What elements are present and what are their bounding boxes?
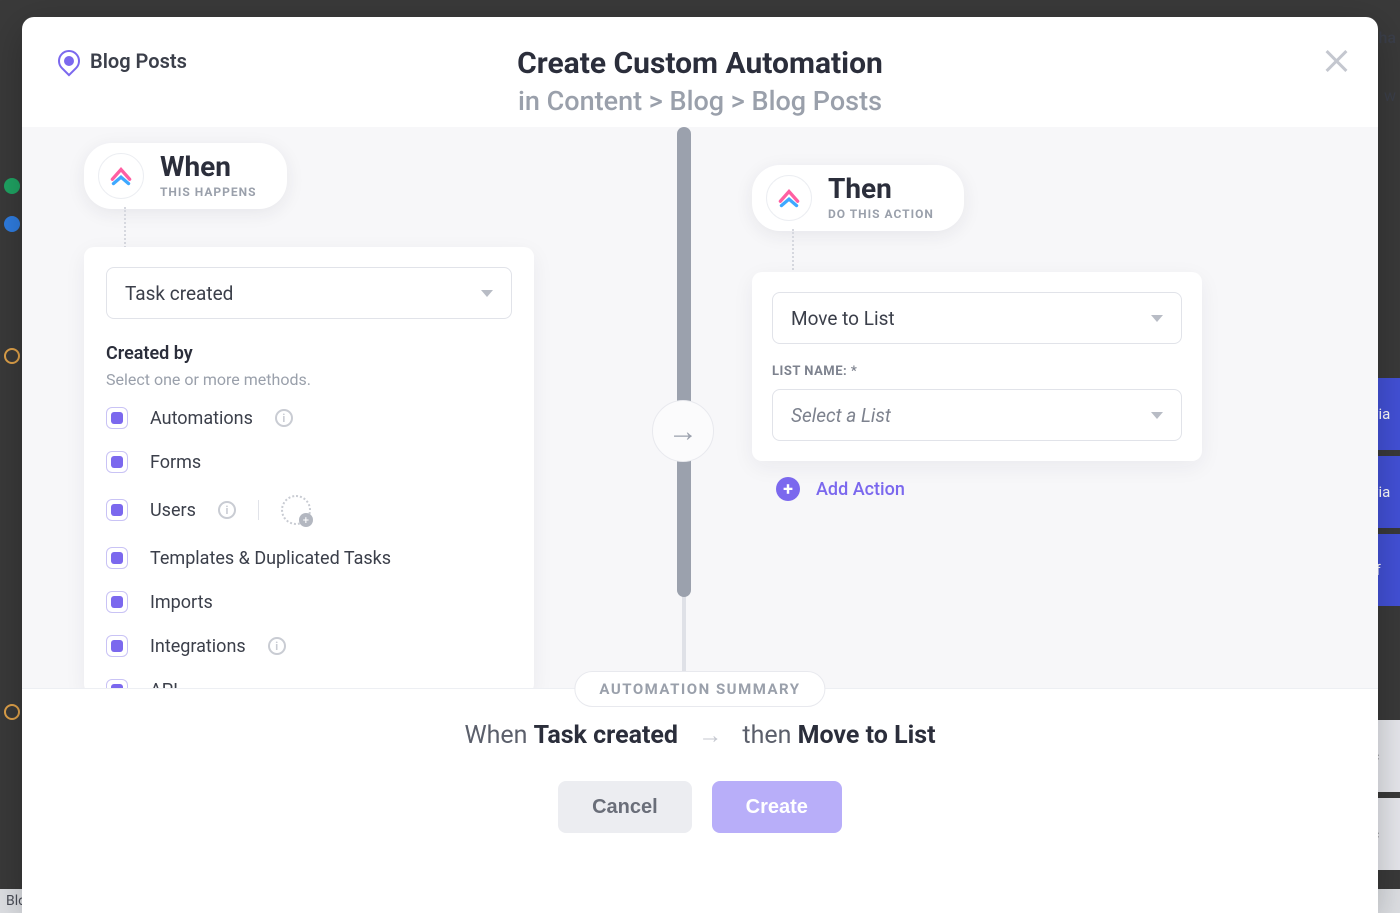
created-by-option[interactable]: Users i: [106, 495, 512, 525]
when-title: When: [160, 153, 257, 181]
arrow-right-icon: →: [698, 721, 722, 749]
checkbox[interactable]: [106, 635, 128, 657]
flow-arrow-icon: →: [652, 400, 714, 462]
created-by-option[interactable]: Automations i: [106, 407, 512, 429]
add-action-button[interactable]: + Add Action: [776, 477, 905, 501]
checkbox[interactable]: [106, 407, 128, 429]
action-select[interactable]: Move to List: [772, 292, 1182, 344]
cancel-button[interactable]: Cancel: [558, 781, 692, 833]
then-chip: Then DO THIS ACTION: [752, 165, 964, 231]
close-button[interactable]: [1322, 47, 1350, 75]
chevron-down-icon: [1151, 315, 1163, 322]
list-select-placeholder: Select a List: [791, 404, 891, 427]
checkbox[interactable]: [106, 591, 128, 613]
when-panel: Task created Created by Select one or mo…: [84, 247, 534, 694]
info-icon[interactable]: i: [218, 501, 236, 519]
created-by-label: Created by: [106, 343, 512, 364]
then-panel: Move to List LIST NAME: * Select a List: [752, 272, 1202, 461]
list-name-label: LIST NAME: *: [772, 364, 1182, 379]
create-button[interactable]: Create: [712, 781, 842, 833]
trigger-select[interactable]: Task created: [106, 267, 512, 319]
plus-icon: +: [776, 477, 800, 501]
clickup-logo-icon: [98, 153, 144, 199]
summary-pill: AUTOMATION SUMMARY: [574, 671, 825, 707]
created-by-option[interactable]: Forms: [106, 451, 512, 473]
option-label: Imports: [150, 592, 213, 613]
bg-dot-icon: [4, 348, 20, 364]
when-chip: When THIS HAPPENS: [84, 143, 287, 209]
list-select[interactable]: Select a List: [772, 389, 1182, 441]
automation-modal: Blog Posts Create Custom Automation in C…: [22, 17, 1378, 913]
info-icon[interactable]: i: [268, 637, 286, 655]
trigger-select-value: Task created: [125, 282, 233, 305]
action-select-value: Move to List: [791, 307, 895, 330]
chevron-down-icon: [481, 290, 493, 297]
modal-title: Create Custom Automation: [22, 46, 1378, 81]
option-label: Automations: [150, 408, 253, 429]
modal-subtitle-path: in Content > Blog > Blog Posts: [22, 85, 1378, 117]
summary-text: When Task created → then Move to List: [22, 721, 1378, 750]
option-label: Users: [150, 500, 196, 521]
then-title: Then: [828, 175, 934, 203]
checkbox[interactable]: [106, 547, 128, 569]
option-label: Integrations: [150, 636, 246, 657]
then-subtitle: DO THIS ACTION: [828, 207, 934, 221]
created-by-option[interactable]: Integrations i: [106, 635, 512, 657]
created-by-help: Select one or more methods.: [106, 370, 512, 389]
add-people-icon[interactable]: [281, 495, 311, 525]
bg-dot-icon: [4, 178, 20, 194]
option-label: Forms: [150, 452, 201, 473]
when-subtitle: THIS HAPPENS: [160, 185, 257, 199]
option-label: Templates & Duplicated Tasks: [150, 548, 391, 569]
bg-dot-icon: [4, 704, 20, 720]
checkbox[interactable]: [106, 499, 128, 521]
add-action-label: Add Action: [816, 479, 905, 500]
info-icon[interactable]: i: [275, 409, 293, 427]
clickup-logo-icon: [766, 175, 812, 221]
bg-dot-icon: [4, 216, 20, 232]
created-by-option[interactable]: Imports: [106, 591, 512, 613]
connector-line: [792, 229, 794, 277]
created-by-option[interactable]: Templates & Duplicated Tasks: [106, 547, 512, 569]
chevron-down-icon: [1151, 412, 1163, 419]
checkbox[interactable]: [106, 451, 128, 473]
